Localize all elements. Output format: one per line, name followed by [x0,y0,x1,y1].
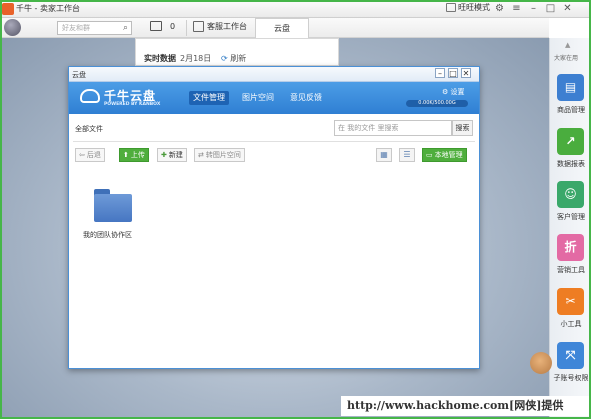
grid-view-icon[interactable]: ▦ [376,148,392,162]
minimize-icon[interactable]: – [527,2,540,15]
tab-image-space[interactable]: 图片空间 [238,91,278,105]
brand-subtitle: POWERED BY KANBOX [104,102,161,107]
sidebar-item-label: 商品管理 [557,106,585,114]
list-view-icon[interactable]: ☰ [399,148,415,162]
refresh-label: 刷新 [230,54,247,63]
upload-label: 上传 [130,151,145,159]
settings-label: 设置 [450,88,465,96]
live-data-title: 实时数据 [144,54,176,63]
restore-icon[interactable]: □ [448,68,458,78]
tab-file-management[interactable]: 文件管理 [189,91,229,105]
restore-icon[interactable]: □ [544,2,557,15]
app-title: 千牛 - 卖家工作台 [16,4,80,13]
storage-quota: 0.00K/500.00G [406,100,468,107]
scroll-up-icon[interactable]: ▲ [565,41,570,49]
close-icon[interactable]: ✕ [561,2,574,15]
subaccount-icon: ⤧ [557,342,584,369]
live-data-date: 2月18日 [180,54,212,63]
yunpan-banner: 千牛云盘 POWERED BY KANBOX 文件管理 图片空间 意见反馈 ⚙ … [69,82,479,114]
tools-icon: ✂ [557,288,584,315]
mode-box-icon [446,3,456,12]
mail-icon[interactable] [150,21,162,31]
plus-icon: ✚ [161,151,167,159]
search-icon[interactable]: ⌕ [123,22,128,34]
refresh-button[interactable]: ⟳ 刷新 [221,53,246,64]
product-icon: ▤ [557,74,584,101]
mode-label: 旺旺模式 [458,3,490,12]
upload-arrow-icon: ⬆ [123,151,129,159]
sidebar-item-label: 数据报表 [557,160,585,168]
qianniu-desktop: 千牛 - 卖家工作台 旺旺模式 ⚙ ≡ – □ ✕ 好友和群 ⌕ 0 客服工作台… [0,0,591,419]
new-label: 新建 [168,151,183,159]
avatar[interactable] [4,19,21,36]
transfer-icon: ⇄ [198,151,204,159]
close-icon[interactable]: ✕ [461,68,471,78]
tab-feedback[interactable]: 意见反馈 [286,91,326,105]
new-folder-button[interactable]: ✚ 新建 [157,148,187,162]
sidebar-item-subaccount[interactable]: ⤧ 子账号权限 [550,342,591,392]
yunpan-window-title: 云盘 [72,71,86,79]
mail-count: 0 [170,22,176,31]
menu-icon[interactable]: ≡ [510,2,523,15]
yunpan-window-titlebar[interactable]: 云盘 – □ ✕ [69,67,479,82]
title-bar: 千牛 - 卖家工作台 旺旺模式 ⚙ ≡ – □ ✕ [0,0,591,18]
right-sidebar: ▲ 大家在用 ▤ 商品管理 ↗ 数据报表 ☺ 客户管理 折 营销工具 ✂ 小工具… [549,38,591,419]
watermark: http://www.hackhome.com[网侠]提供 [341,396,589,416]
main-toolbar: 好友和群 ⌕ 0 客服工作台 云盘 [0,18,549,38]
sidebar-item-tools[interactable]: ✂ 小工具 [550,288,591,338]
sidebar-item-customer[interactable]: ☺ 客户管理 [550,181,591,231]
sidebar-item-product[interactable]: ▤ 商品管理 [550,74,591,124]
file-search-input[interactable]: 在 我的文件 里搜索 [334,120,452,136]
gear-icon: ⚙ [442,88,449,96]
local-manage-button[interactable]: ▭ 本地管理 [422,148,467,162]
to-image-space-button[interactable]: ⇄ 转图片空间 [194,148,245,162]
minimize-icon[interactable]: – [435,68,445,78]
friend-search-input[interactable]: 好友和群 ⌕ [57,21,132,35]
back-label: 后退 [86,151,101,159]
yunpan-window: 云盘 – □ ✕ 千牛云盘 POWERED BY KANBOX 文件管理 图片空… [68,66,480,369]
settings-gear-icon[interactable]: ⚙ [493,2,506,15]
back-arrow-icon: ⇦ [79,151,85,159]
mascot-icon[interactable] [530,352,552,374]
friend-search-placeholder: 好友和群 [62,24,90,32]
service-workbench-button[interactable]: 客服工作台 [193,21,247,32]
sidebar-top-label: 大家在用 [554,55,579,62]
wangwang-mode-toggle[interactable]: 旺旺模式 [446,2,490,13]
sidebar-item-marketing[interactable]: 折 营销工具 [550,234,591,284]
tab-yunpan[interactable]: 云盘 [255,18,309,38]
upload-button[interactable]: ⬆ 上传 [119,148,149,162]
breadcrumb[interactable]: 全部文件 [75,124,103,134]
refresh-icon: ⟳ [221,54,228,63]
service-icon [193,21,204,32]
folder-body [94,194,132,222]
sidebar-item-label: 子账号权限 [553,374,589,382]
qianniu-logo-icon [2,3,14,15]
settings-button[interactable]: ⚙ 设置 [442,87,465,97]
service-label: 客服工作台 [207,22,247,31]
live-data-panel: 实时数据 2月18日 ⟳ 刷新 [135,38,339,66]
customer-icon: ☺ [557,181,584,208]
marketing-icon: 折 [557,234,584,261]
chart-icon: ↗ [557,128,584,155]
divider [73,141,475,142]
folder-label[interactable]: 我的团队协作区 [83,230,132,240]
to-image-space-label: 转图片空间 [205,151,241,159]
cloud-logo-icon [80,89,100,103]
window-controls: ⚙ ≡ – □ ✕ [493,2,574,15]
local-manage-label: 本地管理 [434,151,463,159]
sidebar-item-report[interactable]: ↗ 数据报表 [550,128,591,178]
search-button[interactable]: 搜索 [452,120,473,136]
yunpan-window-controls: – □ ✕ [435,68,471,78]
folder-icon[interactable] [94,189,132,222]
sidebar-item-label: 营销工具 [557,266,585,274]
toolbar-divider [186,20,187,36]
monitor-icon: ▭ [426,151,433,159]
back-button[interactable]: ⇦ 后退 [75,148,105,162]
sidebar-item-label: 小工具 [560,320,582,328]
sidebar-item-label: 客户管理 [557,213,585,221]
